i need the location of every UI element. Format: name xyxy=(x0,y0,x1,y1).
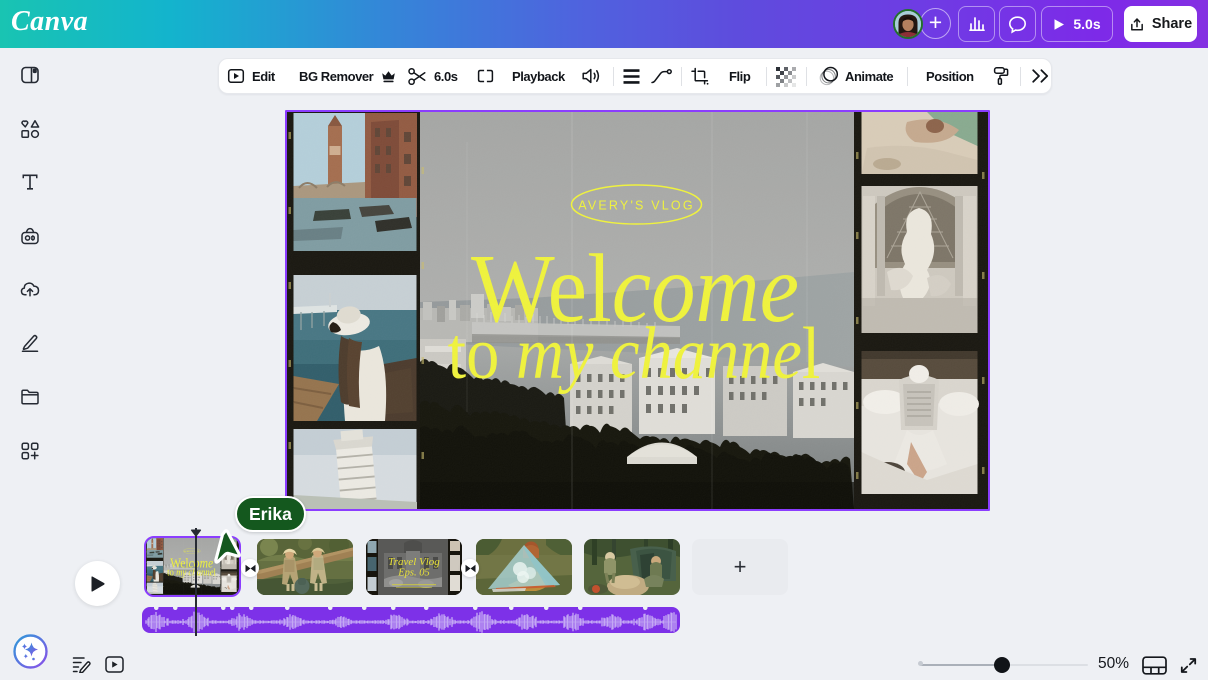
svg-text:Eps. 05: Eps. 05 xyxy=(397,568,430,579)
svg-text:Travel Vlog: Travel Vlog xyxy=(388,556,440,568)
